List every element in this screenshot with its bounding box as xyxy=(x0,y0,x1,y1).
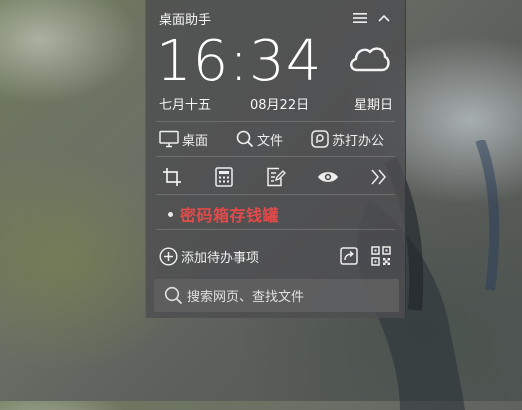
collapse-button[interactable] xyxy=(373,8,395,28)
eye-icon xyxy=(318,172,338,182)
monitor-icon xyxy=(159,130,179,148)
weekday: 星期日 xyxy=(353,98,393,113)
search-input[interactable]: 搜索网页、查找文件 xyxy=(154,279,399,312)
bullet-icon xyxy=(168,211,173,217)
file-search-link-label: 文件 xyxy=(257,133,284,149)
search-icon xyxy=(164,286,183,305)
todo-row: 添加待办事项 xyxy=(159,243,393,269)
divider xyxy=(156,121,395,122)
share-button[interactable] xyxy=(337,244,361,268)
cloud-icon xyxy=(350,47,390,72)
clock-time: 16:34 xyxy=(156,29,323,94)
soda-office-link[interactable]: 苏打办公 xyxy=(311,127,384,151)
more-tools-button[interactable] xyxy=(365,163,393,191)
desktop-link[interactable]: 桌面 xyxy=(159,127,208,151)
divider xyxy=(156,194,395,195)
date-row: 七月十五 08月22日 星期日 xyxy=(159,94,393,113)
qr-code-button[interactable] xyxy=(369,244,393,268)
tools-row xyxy=(156,163,395,191)
plus-circle-icon xyxy=(159,246,178,266)
desktop-assistant-widget: 桌面助手 16:34 七月十五 08月22日 星期日 桌面 文件 苏打办公 密码… xyxy=(145,0,406,318)
widget-title: 桌面助手 xyxy=(159,13,212,28)
widget-titlebar: 桌面助手 xyxy=(159,8,395,28)
file-search-link[interactable]: 文件 xyxy=(236,127,283,151)
add-todo-button[interactable]: 添加待办事项 xyxy=(159,243,259,269)
notes-button[interactable] xyxy=(262,163,290,191)
calculator-icon xyxy=(215,167,233,187)
quick-links-row: 桌面 文件 苏打办公 xyxy=(159,127,397,151)
soda-office-link-label: 苏打办公 xyxy=(332,133,385,149)
calculator-button[interactable] xyxy=(210,163,238,191)
share-icon xyxy=(340,247,358,265)
lunar-date: 七月十五 xyxy=(159,98,212,113)
soda-office-icon xyxy=(311,130,329,148)
crop-icon xyxy=(163,168,181,186)
qr-code-icon xyxy=(371,246,391,266)
add-todo-label: 添加待办事项 xyxy=(181,250,260,266)
double-chevron-right-icon xyxy=(371,169,386,185)
desktop-link-label: 桌面 xyxy=(182,133,209,149)
search-placeholder: 搜索网页、查找文件 xyxy=(187,290,305,305)
search-icon xyxy=(236,130,254,148)
note-item[interactable]: 密码箱存钱罐 xyxy=(168,201,279,227)
divider xyxy=(156,156,395,157)
eye-protection-button[interactable] xyxy=(314,163,342,191)
screenshot-button[interactable] xyxy=(158,163,186,191)
note-text: 密码箱存钱罐 xyxy=(180,206,280,225)
note-edit-icon xyxy=(267,167,286,187)
divider xyxy=(156,229,395,230)
chevron-up-icon xyxy=(378,14,390,22)
hamburger-menu-icon xyxy=(353,13,367,23)
menu-button[interactable] xyxy=(349,8,371,28)
gregorian-date: 08月22日 xyxy=(250,98,310,113)
